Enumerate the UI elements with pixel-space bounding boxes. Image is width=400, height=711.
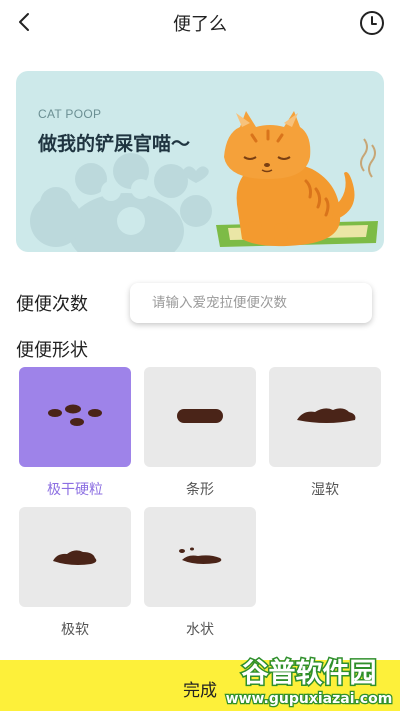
- promo-banner: CAT POOP 做我的铲屎官喵～: [16, 71, 384, 252]
- page-title: 便了么: [173, 14, 227, 35]
- shape-option-soft[interactable]: [269, 367, 381, 467]
- shape-option-label: 极干硬粒: [47, 482, 103, 498]
- svg-text:谷普软件园: 谷普软件园: [242, 657, 377, 689]
- cat-illustration: [30, 111, 378, 252]
- banner-title: 做我的铲屎官喵～: [38, 133, 191, 155]
- clock-icon[interactable]: [358, 9, 386, 37]
- poop-count-input[interactable]: [130, 283, 372, 323]
- log-poop-icon: [177, 409, 223, 423]
- shape-option-log[interactable]: [144, 367, 256, 467]
- shape-option-label: 水状: [186, 622, 214, 638]
- shape-option-hard-pellets[interactable]: [19, 367, 131, 467]
- svg-text:www.gupuxiazai.com: www.gupuxiazai.com: [226, 691, 393, 707]
- poop-shape-label: 便便形状: [16, 340, 88, 361]
- very-soft-poop-icon: [53, 550, 97, 565]
- banner-subtitle: CAT POOP: [38, 107, 102, 121]
- watery-poop-icon: [179, 547, 222, 564]
- shape-option-very-soft[interactable]: [19, 507, 131, 607]
- site-watermark: 谷普软件园 www.gupuxiazai.com: [224, 656, 393, 709]
- soft-poop-icon: [297, 408, 356, 423]
- poop-count-label: 便便次数: [16, 294, 88, 315]
- shape-option-label: 条形: [186, 482, 214, 498]
- top-bar: 便了么: [0, 0, 400, 46]
- shape-option-label: 极软: [61, 622, 89, 638]
- shape-option-label: 湿软: [311, 482, 339, 498]
- hard-pellets-icon: [48, 404, 102, 426]
- shape-option-watery[interactable]: [144, 507, 256, 607]
